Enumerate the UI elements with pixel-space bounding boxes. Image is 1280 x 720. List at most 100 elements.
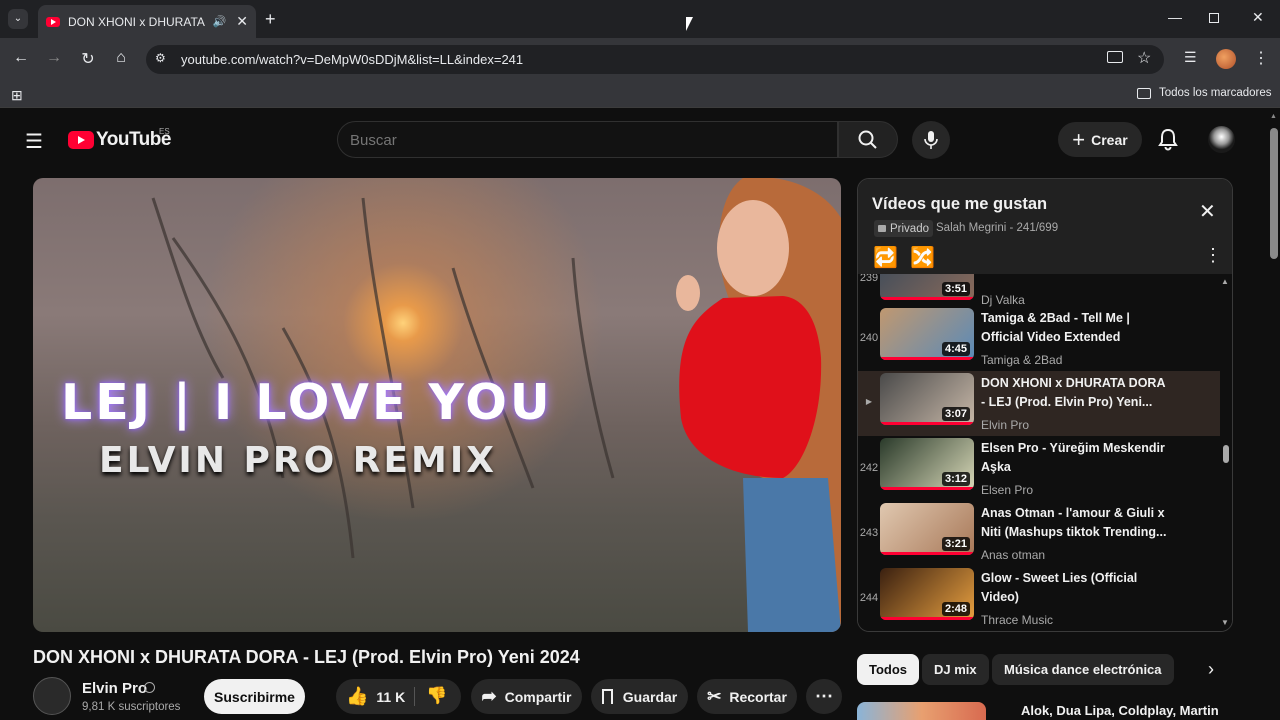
thumbs-down-icon[interactable]: 👎: [426, 686, 447, 706]
playlist-item-thumbnail[interactable]: 2:48: [880, 568, 974, 620]
scrollbar-thumb[interactable]: [1223, 445, 1229, 463]
plus-icon: +: [1072, 126, 1086, 152]
playlist-item-thumbnail[interactable]: 3:07: [880, 373, 974, 425]
playlist-item[interactable]: 243 3:21 Anas Otman - l'amour & Giuli x Ni…: [858, 501, 1220, 566]
playlist-item[interactable]: 240 4:45 Tamiga & 2Bad - Tell Me | Officia…: [858, 306, 1220, 371]
playlist-item-title[interactable]: Tamiga & 2Bad - Tell Me | Official Video…: [981, 309, 1167, 347]
region-code: ES: [159, 127, 170, 136]
shuffle-icon[interactable]: 🔀: [910, 245, 935, 270]
search-button[interactable]: [838, 121, 898, 158]
playlist-item-title[interactable]: Glow - Sweet Lies (Official Video): [981, 569, 1167, 607]
bookmarks-bar: [0, 80, 1280, 108]
page-scroll-up-arrow[interactable]: ▲: [1270, 113, 1277, 120]
search-input[interactable]: [350, 129, 820, 151]
close-window-button[interactable]: ✕: [1252, 9, 1264, 26]
woman-figure-image: [676, 178, 841, 632]
save-label: Guardar: [622, 688, 678, 705]
share-icon: ➦: [481, 686, 497, 706]
install-app-icon[interactable]: [1107, 51, 1123, 63]
watched-progress-bar: [880, 552, 974, 555]
site-info-icon[interactable]: ⚙: [155, 51, 166, 65]
playlist-item-channel: Anas otman: [981, 548, 1046, 562]
playlist-item-thumbnail[interactable]: 3:51: [880, 274, 974, 300]
share-button[interactable]: ➦ Compartir: [471, 679, 582, 714]
watched-progress-bar: [880, 617, 974, 620]
youtube-logo-icon[interactable]: [68, 131, 94, 149]
duration-badge: 2:48: [941, 602, 970, 616]
playlist-close-icon[interactable]: ✕: [1199, 202, 1216, 222]
apps-grid-icon[interactable]: ⊞: [11, 87, 23, 104]
playlist-item[interactable]: 244 2:48 Glow - Sweet Lies (Official Video…: [858, 566, 1220, 631]
next-video-title[interactable]: Alok, Dua Lipa, Coldplay, Martin: [1021, 703, 1219, 718]
playlist-item-title[interactable]: Elsen Pro - Yüreğim Meskendir Aşka: [981, 439, 1167, 477]
loop-icon[interactable]: 🔁: [873, 245, 898, 270]
channel-name[interactable]: Elvin Pro: [82, 680, 147, 697]
back-button[interactable]: ←: [11, 49, 31, 67]
playlist-title[interactable]: Vídeos que me gustan: [872, 195, 1047, 214]
watched-progress-bar: [880, 487, 974, 490]
playlist-item-thumbnail[interactable]: 3:21: [880, 503, 974, 555]
minimize-button[interactable]: —: [1168, 9, 1182, 25]
scroll-up-arrow-icon[interactable]: ▲: [1221, 277, 1229, 286]
duration-badge: 3:21: [941, 537, 970, 551]
privacy-badge: Privado: [874, 220, 933, 237]
playlist-item[interactable]: 242 3:12 Elsen Pro - Yüreğim Meskendir Aşk…: [858, 436, 1220, 501]
playlist-menu-icon[interactable]: ⋮: [1204, 245, 1222, 266]
playlist-item-title[interactable]: DON XHONI x DHURATA DORA - LEJ (Prod. El…: [981, 374, 1167, 412]
playlist-item-thumbnail[interactable]: 3:12: [880, 438, 974, 490]
chips-next-button[interactable]: ›: [1192, 654, 1230, 685]
forward-button[interactable]: →: [44, 49, 64, 67]
playlist-panel: Vídeos que me gustan ✕ Privado Salah Meg…: [857, 178, 1233, 632]
playlist-item-thumbnail[interactable]: 4:45: [880, 308, 974, 360]
subscribe-label: Suscribirme: [214, 688, 295, 705]
home-button[interactable]: ⌂: [111, 49, 131, 67]
bookmark-star-icon[interactable]: ☆: [1137, 48, 1151, 68]
playlist-item-channel: Elvin Pro: [981, 418, 1030, 432]
thumbs-up-icon: 👍: [346, 686, 369, 706]
tab-search-button[interactable]: ⌄: [8, 9, 28, 29]
all-bookmarks-link[interactable]: Todos los marcadores: [1159, 87, 1272, 99]
playlist-item-index: 240: [859, 332, 879, 344]
account-avatar[interactable]: [1208, 126, 1235, 153]
watched-progress-bar: [880, 422, 974, 425]
audio-playing-icon[interactable]: 🔊: [213, 15, 227, 28]
filter-chip[interactable]: Todos: [857, 654, 920, 685]
reload-button[interactable]: ↻: [78, 49, 98, 69]
folder-icon: [1137, 88, 1151, 99]
duration-badge: 3:07: [941, 407, 970, 421]
browser-tab[interactable]: DON XHONI x DHURATA DORA 🔊 ✕: [38, 5, 256, 38]
save-button[interactable]: Guardar: [591, 679, 688, 714]
media-control-icon[interactable]: ☰: [1184, 49, 1197, 66]
scissors-icon: ✂: [707, 686, 722, 706]
youtube-favicon-icon: [46, 16, 60, 27]
like-button[interactable]: 👍 11 K 👎: [336, 679, 461, 714]
duration-badge: 4:45: [941, 342, 970, 356]
playlist-item-current[interactable]: ▶ 3:07 DON XHONI x DHURATA DORA - LEJ (Pro…: [858, 371, 1220, 436]
clip-button[interactable]: ✂ Recortar: [697, 679, 797, 714]
restore-button[interactable]: [1209, 13, 1219, 23]
share-label: Compartir: [504, 688, 572, 705]
subscribe-button[interactable]: Suscribirme: [204, 679, 305, 714]
create-button[interactable]: + Crear: [1058, 122, 1142, 157]
channel-avatar[interactable]: [33, 677, 71, 715]
next-video-thumbnail[interactable]: [857, 702, 986, 720]
voice-search-button[interactable]: [912, 121, 950, 159]
browser-menu-icon[interactable]: ⋮: [1253, 48, 1269, 68]
duration-badge: 3:12: [941, 472, 970, 486]
tab-close-icon[interactable]: ✕: [236, 13, 248, 30]
new-tab-button[interactable]: +: [265, 9, 276, 30]
clip-label: Recortar: [729, 688, 787, 705]
scroll-down-arrow-icon[interactable]: ▼: [1221, 618, 1229, 627]
profile-avatar-icon[interactable]: [1216, 49, 1236, 69]
page-scroll-thumb[interactable]: [1270, 128, 1278, 259]
subscriber-count: 9,81 K suscriptores: [82, 701, 181, 713]
url-text[interactable]: youtube.com/watch?v=DeMpW0sDDjM&list=LL&…: [181, 52, 523, 67]
playlist-item-channel: Dj Valka: [981, 293, 1025, 307]
menu-hamburger-icon[interactable]: ☰: [25, 129, 43, 154]
filter-chip[interactable]: DJ mix: [922, 654, 989, 685]
notifications-bell-icon[interactable]: [1157, 127, 1179, 156]
more-actions-button[interactable]: ⋯: [806, 679, 842, 714]
filter-chip[interactable]: Música dance electrónica: [992, 654, 1174, 685]
playlist-item-title[interactable]: Anas Otman - l'amour & Giuli x Niti (Mas…: [981, 504, 1167, 542]
video-player[interactable]: LEJ | I LOVE YOU ELVIN PRO REMIX: [33, 178, 841, 632]
